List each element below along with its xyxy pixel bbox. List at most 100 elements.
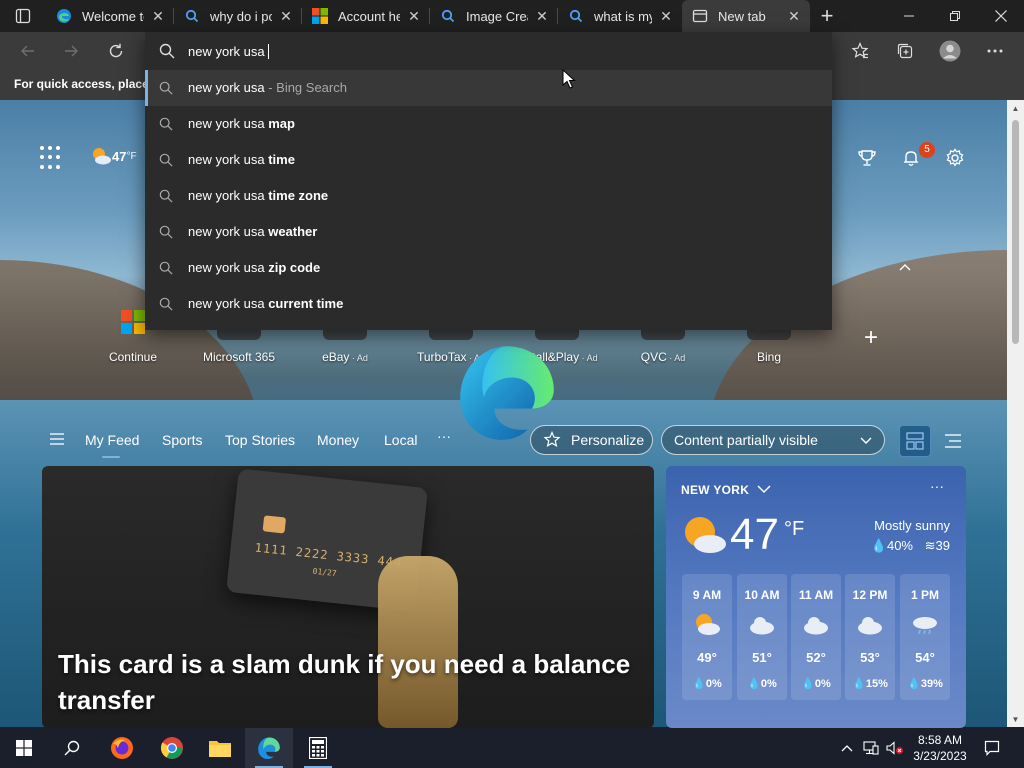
weather-card[interactable]: NEW YORK ··· 47 °F Mostly sunny 💧40% ≋39… <box>666 466 966 728</box>
forward-button[interactable] <box>56 36 86 66</box>
suggestion-item[interactable]: new york usa - Bing Search <box>145 70 832 106</box>
profile-button[interactable] <box>935 36 965 66</box>
address-input-value[interactable]: new york usa <box>188 44 269 59</box>
collections-button[interactable] <box>890 36 920 66</box>
hourly-forecast[interactable]: 9 AM 49° 💧0% <box>682 574 732 700</box>
suggestion-item[interactable]: new york usa current time <box>145 286 832 322</box>
tab-welcome[interactable]: Welcome to ✕ <box>46 0 174 32</box>
tab-actions-button[interactable] <box>0 0 46 32</box>
card-number: 1111 2222 3333 444 <box>254 540 403 570</box>
hourly-forecast[interactable]: 10 AM 51° 💧0% <box>737 574 787 700</box>
tab-local[interactable]: Local <box>384 432 417 448</box>
tab-account-help[interactable]: Account he ✕ <box>302 0 430 32</box>
scrollbar-thumb[interactable] <box>1012 120 1019 344</box>
list-layout-button[interactable] <box>937 425 969 457</box>
hourly-forecast[interactable]: 12 PM 53° 💧15% <box>845 574 895 700</box>
action-center-button[interactable] <box>976 728 1008 768</box>
tab-my-feed[interactable]: My Feed <box>85 432 139 458</box>
tab-top-stories[interactable]: Top Stories <box>225 432 295 448</box>
settings-and-more-button[interactable] <box>980 36 1010 66</box>
suggestion-item[interactable]: new york usa zip code <box>145 250 832 286</box>
personalize-button[interactable]: Personalize <box>530 425 653 455</box>
close-tab-icon[interactable]: ✕ <box>786 8 802 24</box>
tab-what-is-my[interactable]: what is my ✕ <box>558 0 682 32</box>
tab-money[interactable]: Money <box>317 432 359 448</box>
address-bar-dropdown: new york usa new york usa - Bing Search … <box>145 32 832 330</box>
hourly-forecast[interactable]: 11 AM 52° 💧0% <box>791 574 841 700</box>
scroll-down-icon[interactable]: ▼ <box>1007 711 1024 727</box>
close-tab-icon[interactable]: ✕ <box>658 8 674 24</box>
weather-widget-button[interactable]: 47 °F <box>90 146 137 166</box>
show-hidden-icons-button[interactable] <box>838 728 856 768</box>
search-icon <box>159 189 173 203</box>
avatar-icon <box>939 40 961 62</box>
suggestion-item[interactable]: new york usa map <box>145 106 832 142</box>
taskbar-search-button[interactable] <box>48 728 96 768</box>
add-quick-link-button[interactable]: + <box>864 324 878 352</box>
address-bar[interactable]: new york usa <box>145 32 832 70</box>
app-launcher-button[interactable] <box>40 146 64 170</box>
tab-strip: Welcome to ✕ why do i po ✕ Account he ✕ … <box>0 0 1024 32</box>
taskbar-calculator[interactable] <box>294 728 342 768</box>
taskbar-file-explorer[interactable] <box>196 728 244 768</box>
new-tab-button[interactable]: + <box>810 0 844 32</box>
refresh-icon <box>109 43 123 58</box>
rewards-button[interactable] <box>855 146 879 170</box>
hourly-forecast[interactable]: 1 PM 54° 💧39% <box>900 574 950 700</box>
volume-button[interactable] <box>884 728 906 768</box>
tab-image-creator[interactable]: Image Crea ✕ <box>430 0 558 32</box>
droplet-icon: 💧 <box>870 538 887 553</box>
partly-sunny-icon <box>682 612 732 640</box>
taskbar-firefox[interactable] <box>98 728 146 768</box>
tab-why-do-i[interactable]: why do i po ✕ <box>174 0 302 32</box>
personalize-label: Personalize <box>571 432 645 448</box>
mini-weather-unit: °F <box>126 150 137 162</box>
weather-location[interactable]: NEW YORK <box>681 483 771 497</box>
close-window-button[interactable] <box>978 0 1024 32</box>
card-expiry: 01/27 <box>312 566 338 579</box>
suggestion-item[interactable]: new york usa time <box>145 142 832 178</box>
hero-news-card[interactable]: 1111 2222 3333 444 01/27 This card is a … <box>42 466 654 728</box>
network-button[interactable] <box>861 728 881 768</box>
grid-layout-button[interactable] <box>899 425 931 457</box>
taskbar-clock[interactable]: 8:58 AM 3/23/2023 <box>908 732 972 764</box>
trophy-icon <box>858 150 876 166</box>
quick-link-label: Bing <box>756 350 782 364</box>
windows-taskbar: 8:58 AM 3/23/2023 <box>0 728 1024 768</box>
tab-sports[interactable]: Sports <box>162 432 202 448</box>
weather-more-button[interactable]: ··· <box>930 478 944 494</box>
chevron-up-icon <box>841 745 853 752</box>
search-icon <box>159 81 173 95</box>
windows-logo-icon <box>16 740 32 756</box>
hero-headline[interactable]: This card is a slam dunk if you need a b… <box>58 646 648 718</box>
list-layout-icon <box>945 434 961 448</box>
feed-menu-button[interactable] <box>50 432 64 450</box>
weather-condition: Mostly sunny <box>874 518 950 533</box>
gear-icon <box>946 148 964 167</box>
suggestion-item[interactable]: new york usa time zone <box>145 178 832 214</box>
content-visibility-dropdown[interactable]: Content partially visible <box>661 425 885 455</box>
start-button[interactable] <box>0 728 48 768</box>
minimize-button[interactable] <box>886 0 932 32</box>
page-scrollbar[interactable]: ▲ ▼ <box>1007 100 1024 727</box>
volume-muted-icon <box>886 741 903 755</box>
taskbar-chrome[interactable] <box>148 728 196 768</box>
close-tab-icon[interactable]: ✕ <box>406 8 422 24</box>
collapse-quick-links-icon[interactable] <box>899 258 911 274</box>
refresh-button[interactable] <box>101 36 131 66</box>
tab-new-tab[interactable]: New tab ✕ <box>682 0 810 32</box>
suggestion-item[interactable]: new york usa weather <box>145 214 832 250</box>
close-tab-icon[interactable]: ✕ <box>150 8 166 24</box>
favorites-button[interactable] <box>845 36 875 66</box>
search-icon <box>159 261 173 275</box>
page-settings-button[interactable] <box>943 146 967 170</box>
search-icon <box>64 740 80 756</box>
taskbar-edge[interactable] <box>245 728 293 768</box>
more-tabs-button[interactable]: ··· <box>437 428 451 444</box>
close-tab-icon[interactable]: ✕ <box>278 8 294 24</box>
close-tab-icon[interactable]: ✕ <box>534 8 550 24</box>
restore-button[interactable] <box>932 0 978 32</box>
back-button[interactable] <box>13 36 43 66</box>
scroll-up-icon[interactable]: ▲ <box>1007 100 1024 116</box>
network-icon <box>863 741 879 755</box>
